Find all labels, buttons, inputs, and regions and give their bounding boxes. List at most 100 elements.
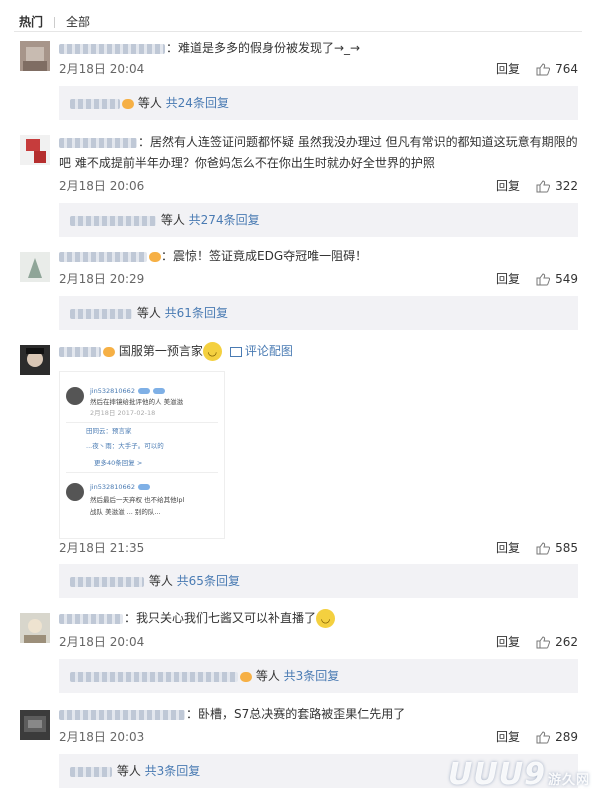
laughing-emoji-icon: ◡ — [202, 342, 222, 361]
image-username-2: jin532810662 — [90, 483, 218, 492]
comment-content: 国服第一预言家 — [118, 344, 203, 358]
comment-meta: 2月18日 21:35 回复 585 — [59, 539, 578, 557]
avatar[interactable] — [20, 710, 50, 740]
username[interactable] — [59, 251, 147, 262]
comment-date: 2月18日 20:29 — [59, 272, 145, 286]
more-replies-link[interactable]: 共3条回复 — [284, 669, 340, 683]
avatar[interactable] — [20, 252, 50, 282]
thumbs-up-icon — [536, 272, 551, 285]
like-button[interactable]: 764 — [536, 60, 578, 78]
more-replies-link[interactable]: 共3条回复 — [145, 764, 201, 778]
comment-content: ：卧槽，S7总决赛的套路被歪果仁先用了 — [186, 707, 406, 721]
reply-button[interactable]: 回复 — [496, 270, 520, 288]
thumbs-up-icon — [536, 62, 551, 75]
tabs-divider-line — [14, 31, 582, 32]
comment-date: 2月18日 20:03 — [59, 730, 145, 744]
thumbs-up-icon — [536, 730, 551, 743]
sub-reply-users — [70, 215, 156, 226]
badge-icon — [137, 484, 150, 490]
sub-reply-prefix: 等人 — [136, 306, 161, 320]
like-button[interactable]: 322 — [536, 177, 578, 195]
tab-divider — [54, 16, 56, 28]
more-replies-link[interactable]: 共274条回复 — [189, 213, 260, 227]
image-reply-2: ...夜丶雨：大手子。可以的 — [86, 442, 164, 450]
like-count: 289 — [555, 730, 578, 744]
sub-reply-prefix: 等人 — [160, 213, 185, 227]
avatar[interactable] — [20, 345, 50, 375]
comment-text: ：居然有人连签证问题都怀疑 虽然我没办理过 但凡有常识的都知道这玩意有期限的吧 … — [59, 132, 578, 174]
image-username-1-text: jin532810662 — [90, 387, 135, 395]
comment-image[interactable]: jin532810662 然后在摔镜给批评他的人 美滋滋 2月18日 2017-… — [59, 371, 225, 539]
like-count: 764 — [555, 62, 578, 76]
sub-reply-prefix: 等人 — [148, 574, 173, 588]
comment-text: ：难道是多多的假身份被发现了→_→ — [59, 38, 578, 59]
sub-replies[interactable]: 等人 共274条回复 — [59, 203, 578, 237]
image-divider — [66, 422, 218, 423]
reply-button[interactable]: 回复 — [496, 177, 520, 195]
tab-hot[interactable]: 热门 — [14, 14, 48, 30]
like-count: 262 — [555, 635, 578, 649]
comment-content: ：震惊！签证竟成EDG夺冠唯一阻碍！ — [161, 249, 368, 263]
comment-meta: 2月18日 20:04 回复 764 — [59, 60, 578, 78]
reply-button[interactable]: 回复 — [496, 633, 520, 651]
thumbs-up-icon — [536, 635, 551, 648]
image-more-replies: 更多40条回复 > — [94, 459, 143, 467]
avatar[interactable] — [20, 613, 50, 643]
sub-replies[interactable]: 等人 共61条回复 — [59, 296, 578, 330]
username[interactable] — [59, 346, 101, 357]
comment-date: 2月18日 20:06 — [59, 179, 145, 193]
comment-content: ：难道是多多的假身份被发现了→_→ — [166, 41, 361, 55]
image-date-1: 2月18日 2017-02-18 — [90, 409, 156, 417]
reply-button[interactable]: 回复 — [496, 728, 520, 746]
sub-replies[interactable]: 等人 共24条回复 — [59, 86, 578, 120]
like-button[interactable]: 289 — [536, 728, 578, 746]
more-replies-link[interactable]: 共65条回复 — [177, 574, 240, 588]
comment-content: ：我只关心我们七酱又可以补直播了 — [124, 611, 317, 625]
like-button[interactable]: 549 — [536, 270, 578, 288]
image-text-1: 然后在摔镜给批评他的人 美滋滋 — [90, 398, 184, 406]
comment-meta: 2月18日 20:03 回复 289 — [59, 728, 578, 746]
sub-reply-users — [70, 308, 132, 319]
image-username-2-text: jin532810662 — [90, 483, 135, 491]
like-count: 322 — [555, 179, 578, 193]
thumbs-up-icon — [536, 541, 551, 554]
laughing-emoji-icon: ◡ — [316, 609, 336, 628]
sub-replies[interactable]: 等人 共65条回复 — [59, 564, 578, 598]
thumbs-up-icon — [536, 179, 551, 192]
site-watermark-logo: UUU9 游久网 — [448, 757, 590, 792]
username[interactable] — [59, 137, 137, 148]
vip-badge-icon — [122, 98, 134, 109]
comment-date: 2月18日 20:04 — [59, 62, 145, 76]
comment-date: 2月18日 21:35 — [59, 541, 145, 555]
sub-replies[interactable]: 等人 共3条回复 — [59, 659, 578, 693]
username[interactable] — [59, 613, 123, 624]
sub-reply-prefix: 等人 — [137, 96, 162, 110]
more-replies-link[interactable]: 共24条回复 — [166, 96, 229, 110]
avatar[interactable] — [20, 41, 50, 71]
reply-button[interactable]: 回复 — [496, 60, 520, 78]
sub-reply-users — [70, 671, 238, 682]
vip-badge-icon — [240, 671, 252, 682]
image-divider — [66, 472, 218, 473]
username[interactable] — [59, 709, 185, 720]
vip-badge-icon — [103, 346, 115, 357]
more-replies-link[interactable]: 共61条回复 — [165, 306, 228, 320]
comment-image-link[interactable]: 评论配图 — [229, 344, 293, 358]
sub-reply-prefix: 等人 — [116, 764, 141, 778]
reply-button[interactable]: 回复 — [496, 539, 520, 557]
watermark-sub: 游久网 — [547, 773, 590, 788]
tab-all[interactable]: 全部 — [61, 14, 95, 30]
like-count: 585 — [555, 541, 578, 555]
like-button[interactable]: 585 — [536, 539, 578, 557]
comment-text: ：卧槽，S7总决赛的套路被歪果仁先用了 — [59, 704, 578, 725]
comment-meta: 2月18日 20:29 回复 549 — [59, 270, 578, 288]
comment-meta: 2月18日 20:04 回复 262 — [59, 633, 578, 651]
badge-icon — [137, 388, 150, 394]
like-button[interactable]: 262 — [536, 633, 578, 651]
badge-icon — [152, 388, 165, 394]
comment-text: ：震惊！签证竟成EDG夺冠唯一阻碍！ — [59, 246, 578, 267]
sub-reply-users — [70, 766, 112, 777]
username[interactable] — [59, 43, 165, 54]
comment-text: 国服第一预言家 ◡ 评论配图 — [59, 341, 578, 362]
avatar[interactable] — [20, 135, 50, 165]
